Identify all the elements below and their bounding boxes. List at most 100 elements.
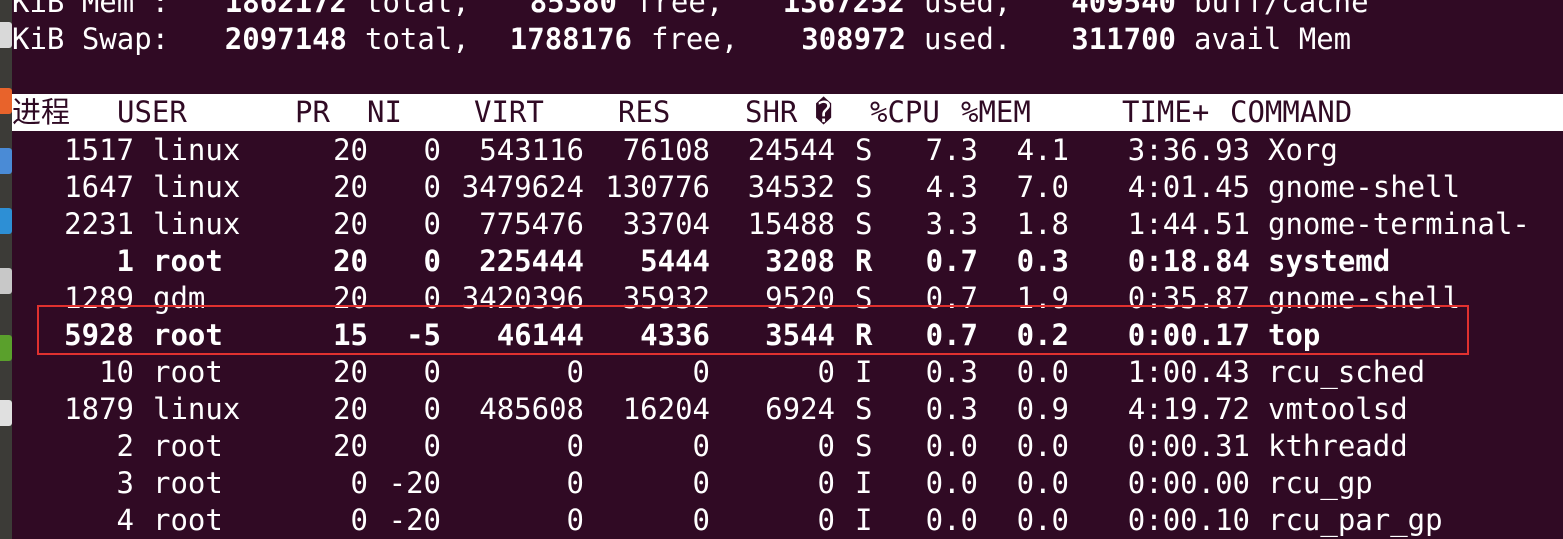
process-s-cell: S — [855, 281, 873, 315]
process-pid-cell: 1 — [116, 244, 134, 278]
process-row[interactable]: 5928 root 15 -5 46144 4336 3544 R 0.7 0.2 0:00.17 t… — [12, 317, 1563, 354]
process-row[interactable]: 2231 linux 20 0 775476 33704 15488 S 3.3 1.8 1:44.… — [12, 206, 1563, 243]
process-shr-cell: 0 — [817, 429, 835, 463]
swap-free-label: free, — [651, 22, 739, 56]
process-mem-cell: 0.0 — [1016, 429, 1069, 463]
process-row[interactable]: 2 root 20 0 0 0 0 S 0.0 0.0 0:00.31 kthreadd — [12, 428, 1563, 465]
process-mem-cell: 0.2 — [1016, 318, 1069, 352]
swap-label: KiB Swap: — [12, 22, 170, 56]
process-command-cell: systemd — [1268, 244, 1391, 278]
process-s-cell: I — [855, 503, 873, 537]
process-s-cell: I — [855, 355, 873, 389]
process-virt-cell: 3420396 — [461, 281, 584, 315]
column-header-user[interactable]: USER — [117, 94, 187, 131]
process-pr-cell: 15 — [333, 318, 368, 352]
column-header-cpu[interactable]: %CPU — [870, 94, 940, 131]
process-time-cell: 1:44.51 — [1127, 207, 1250, 241]
column-header-pid[interactable]: 进程 — [12, 94, 70, 131]
vscode-icon[interactable] — [0, 208, 12, 234]
process-s-cell: S — [855, 170, 873, 204]
process-mem-cell: 0.0 — [1016, 466, 1069, 500]
process-ni-cell: 0 — [423, 170, 441, 204]
column-header-s[interactable]: � — [815, 94, 832, 131]
column-header-shr[interactable]: SHR — [745, 94, 797, 131]
column-header-command[interactable]: COMMAND — [1230, 94, 1352, 131]
process-pid-cell: 1289 — [64, 281, 134, 315]
column-header-ni[interactable]: NI — [367, 94, 402, 131]
process-user-cell: root — [153, 244, 223, 278]
process-pid-cell: 5928 — [64, 318, 134, 352]
swap-total-label: total, — [365, 22, 470, 56]
terminal-window[interactable]: KiB Mem : 1862172 total, 85380 free, 136… — [12, 0, 1563, 539]
process-time-cell: 0:35.87 — [1127, 281, 1250, 315]
column-header-res[interactable]: RES — [618, 94, 670, 131]
terminal-icon[interactable] — [0, 22, 12, 48]
process-row[interactable]: 1647 linux 20 0 3479624 130776 34532 S 4.3 7.0 4:0… — [12, 169, 1563, 206]
process-command-cell: rcu_sched — [1268, 355, 1426, 389]
process-row[interactable]: 1289 gdm 20 0 3420396 35932 9520 S 0.7 1.9 0:35.87… — [12, 280, 1563, 317]
process-s-cell: I — [855, 466, 873, 500]
swap-used-label: used. — [924, 22, 1012, 56]
process-s-cell: S — [855, 207, 873, 241]
process-shr-cell: 3208 — [765, 244, 835, 278]
process-user-cell: linux — [153, 133, 241, 167]
column-header-mem[interactable]: %MEM — [961, 94, 1031, 131]
process-res-cell: 76108 — [622, 133, 710, 167]
process-cpu-cell: 3.3 — [925, 207, 978, 241]
process-command-cell: rcu_gp — [1268, 466, 1373, 500]
process-s-cell: S — [855, 133, 873, 167]
process-virt-cell: 0 — [566, 355, 584, 389]
process-ni-cell: -5 — [406, 318, 441, 352]
process-row[interactable]: 3 root 0 -20 0 0 0 I 0.0 0.0 0:00.00 rcu_gp — [12, 465, 1563, 502]
process-virt-cell: 485608 — [479, 392, 584, 426]
process-pid-cell: 2 — [116, 429, 134, 463]
process-time-cell: 3:36.93 — [1127, 133, 1250, 167]
process-table-header: 进程 USER PR NI VIRT RES SHR � %CPU %MEM T… — [12, 94, 1563, 131]
process-virt-cell: 0 — [566, 429, 584, 463]
process-cpu-cell: 0.0 — [925, 503, 978, 537]
process-row[interactable]: 1879 linux 20 0 485608 16204 6924 S 0.3 0.9 4:19.7… — [12, 391, 1563, 428]
process-mem-cell: 0.3 — [1016, 244, 1069, 278]
process-pr-cell: 20 — [333, 207, 368, 241]
process-shr-cell: 6924 — [765, 392, 835, 426]
process-ni-cell: -20 — [388, 466, 441, 500]
mem-cache-value: 409540 — [1071, 0, 1176, 19]
files-icon[interactable] — [0, 88, 12, 114]
process-row[interactable]: 4 root 0 -20 0 0 0 I 0.0 0.0 0:00.10 rcu_par_gp — [12, 502, 1563, 539]
process-ni-cell: 0 — [423, 244, 441, 278]
network-icon[interactable] — [0, 335, 12, 361]
process-pr-cell: 20 — [333, 392, 368, 426]
mem-used-label: used, — [924, 0, 1012, 19]
process-time-cell: 0:00.31 — [1127, 429, 1250, 463]
process-mem-cell: 4.1 — [1016, 133, 1069, 167]
process-command-cell: gnome-shell — [1268, 281, 1461, 315]
process-row[interactable]: 1 root 20 0 225444 5444 3208 R 0.7 0.3 0:18.84 syst… — [12, 243, 1563, 280]
process-virt-cell: 543116 — [479, 133, 584, 167]
process-pr-cell: 20 — [333, 281, 368, 315]
process-command-cell: top — [1268, 318, 1321, 352]
process-virt-cell: 0 — [566, 503, 584, 537]
process-cpu-cell: 0.3 — [925, 355, 978, 389]
document-icon[interactable] — [0, 148, 12, 174]
process-mem-cell: 0.0 — [1016, 503, 1069, 537]
process-pid-cell: 1879 — [64, 392, 134, 426]
process-cpu-cell: 0.0 — [925, 429, 978, 463]
computer-icon[interactable] — [0, 268, 12, 294]
process-ni-cell: 0 — [423, 429, 441, 463]
column-header-pr[interactable]: PR — [295, 94, 330, 131]
column-header-time[interactable]: TIME+ — [1122, 94, 1209, 131]
office-icon[interactable] — [0, 400, 12, 426]
process-command-cell: rcu_par_gp — [1268, 503, 1443, 537]
process-cpu-cell: 0.7 — [925, 318, 978, 352]
process-row[interactable]: 1517 linux 20 0 543116 76108 24544 S 7.3 4.1 3:36.… — [12, 132, 1563, 169]
process-shr-cell: 24544 — [747, 133, 835, 167]
swap-summary-line: KiB Swap: 2097148 total, 1788176 free, 3… — [12, 21, 1563, 58]
memory-summary-line: KiB Mem : 1862172 total, 85380 free, 136… — [12, 0, 1563, 21]
process-cpu-cell: 0.0 — [925, 466, 978, 500]
column-header-virt[interactable]: VIRT — [474, 94, 544, 131]
process-row[interactable]: 10 root 20 0 0 0 0 I 0.3 0.0 1:00.43 rcu_sched — [12, 354, 1563, 391]
process-user-cell: gdm — [153, 281, 206, 315]
process-user-cell: root — [153, 466, 223, 500]
process-res-cell: 4336 — [640, 318, 710, 352]
process-time-cell: 4:01.45 — [1127, 170, 1250, 204]
